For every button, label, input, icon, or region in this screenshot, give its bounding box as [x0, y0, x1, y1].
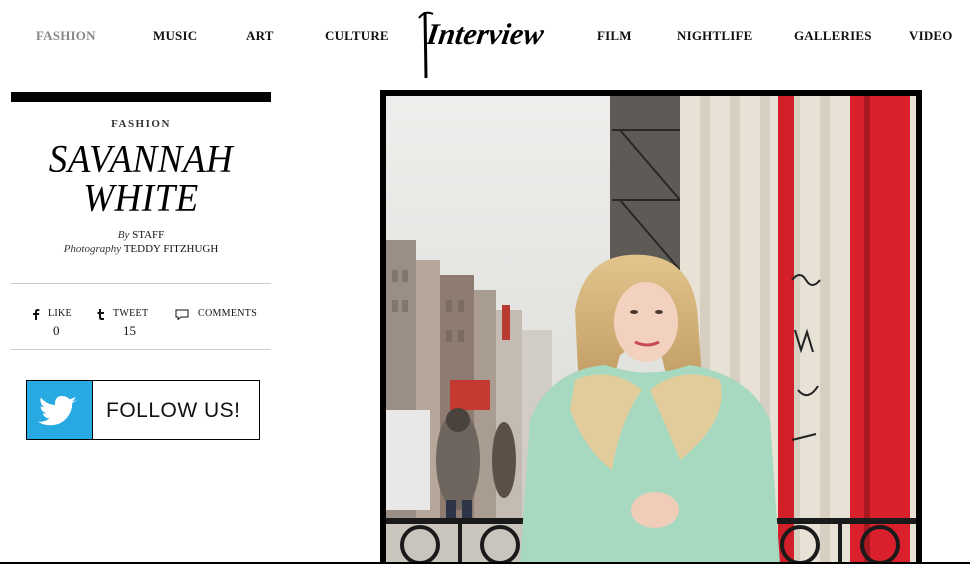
tweet-button[interactable]: TWEET 15	[97, 308, 157, 338]
nav-film[interactable]: FILM	[597, 28, 632, 44]
title-line-2: WHITE	[83, 176, 199, 220]
tweet-count: 15	[123, 323, 136, 338]
title-line-1: SAVANNAH	[48, 138, 234, 182]
by-label: By	[117, 229, 130, 241]
article-category[interactable]: FASHION	[11, 118, 271, 130]
nav-art[interactable]: ART	[246, 28, 274, 44]
logo-text: Interview	[424, 17, 547, 51]
nav-nightlife[interactable]: NIGHTLIFE	[677, 28, 752, 44]
comments-button[interactable]: COMMENTS	[175, 308, 265, 320]
hero-photo	[380, 90, 922, 565]
nav-fashion[interactable]: FASHION	[36, 28, 96, 44]
tumblr-t-icon	[97, 309, 104, 320]
main-nav: FASHION MUSIC ART CULTURE Interview FILM…	[0, 0, 970, 80]
article-title: SAVANNAH WHITE	[11, 140, 271, 218]
follow-label: FOLLOW US!	[106, 399, 241, 422]
follow-us-button[interactable]: FOLLOW US!	[26, 380, 260, 440]
byline: By STAFF Photography TEDDY FITZHUGH	[11, 228, 271, 256]
tweet-label: TWEET	[113, 308, 149, 319]
author-name[interactable]: STAFF	[132, 229, 164, 241]
photographer-name[interactable]: TEDDY FITZHUGH	[124, 243, 219, 255]
divider-bottom	[11, 349, 271, 350]
nav-video[interactable]: VIDEO	[909, 28, 953, 44]
facebook-icon	[33, 309, 40, 320]
divider-top	[11, 283, 271, 284]
follow-divider	[92, 381, 93, 439]
author-line: By STAFF	[11, 228, 271, 242]
twitter-tile	[27, 381, 92, 439]
interview-logo[interactable]: Interview	[417, 6, 557, 80]
nav-galleries[interactable]: GALLERIES	[794, 28, 872, 44]
nav-culture[interactable]: CULTURE	[325, 28, 389, 44]
header-rule	[11, 92, 271, 102]
nav-music[interactable]: MUSIC	[153, 28, 197, 44]
twitter-bird-icon	[38, 396, 77, 426]
like-button[interactable]: LIKE 0	[32, 308, 82, 338]
like-count: 0	[53, 323, 60, 338]
photography-label: Photography	[63, 243, 122, 255]
comment-bubble-icon	[175, 309, 189, 320]
photographer-line: Photography TEDDY FITZHUGH	[11, 242, 271, 256]
like-label: LIKE	[48, 308, 72, 319]
street-portrait-image	[386, 96, 916, 565]
comments-label: COMMENTS	[198, 308, 258, 319]
